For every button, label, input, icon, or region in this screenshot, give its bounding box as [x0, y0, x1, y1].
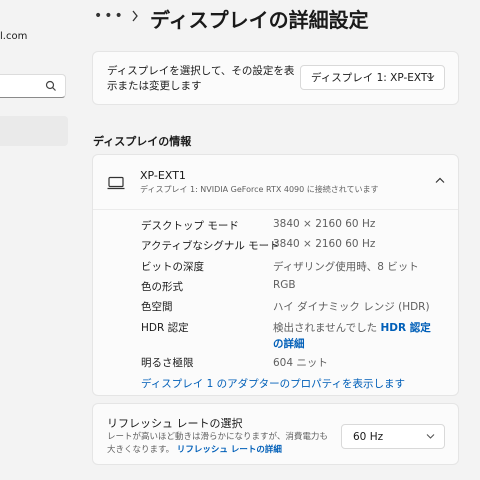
monitor-icon — [107, 176, 125, 190]
refresh-rate-link[interactable]: リフレッシュ レートの詳細 — [177, 445, 282, 455]
info-row-label: ビットの深度 — [141, 261, 204, 273]
monitor-subtitle: ディスプレイ 1: NVIDIA GeForce RTX 4090 に接続されて… — [140, 185, 379, 194]
page-title: ディスプレイの詳細設定 — [150, 8, 369, 32]
refresh-rate-title: リフレッシュ レートの選択 — [107, 417, 243, 430]
hdr-cert-value: 検出されませんでした HDR 認定の詳細 — [273, 320, 433, 352]
divider — [93, 209, 458, 210]
info-row-value: ディザリング使用時、8 ビット — [273, 261, 419, 273]
refresh-rate-description: レートが高いほど動きは滑らかになりますが、消費電力も大きくなります。 リフレッシ… — [107, 431, 332, 457]
info-row-value: 604 ニット — [273, 357, 328, 369]
info-row-label: デスクトップ モード — [141, 220, 239, 232]
chevron-down-icon — [426, 75, 435, 80]
sidebar-item-selected[interactable] — [0, 116, 68, 146]
info-row-label: 色空間 — [141, 301, 173, 313]
info-row-label: HDR 認定 — [141, 322, 189, 334]
info-row-value: 3840 × 2160 60 Hz — [273, 238, 376, 250]
display-dropdown[interactable]: ディスプレイ 1: XP-EXT1 — [300, 65, 445, 90]
refresh-rate-value: 60 Hz — [353, 430, 384, 443]
chevron-down-icon — [426, 434, 435, 439]
account-email: l.com — [0, 31, 28, 42]
chevron-right-icon — [132, 10, 138, 22]
display-dropdown-value: ディスプレイ 1: XP-EXT1 — [311, 72, 434, 84]
search-icon — [45, 80, 56, 91]
info-row-value: RGB — [273, 279, 296, 291]
display-select-description: ディスプレイを選択して、その設定を表示または変更します — [107, 65, 295, 92]
settings-search-input[interactable] — [0, 74, 66, 98]
monitor-name: XP-EXT1 — [140, 169, 186, 182]
info-row-label: 色の形式 — [141, 281, 183, 293]
info-row-value: 3840 × 2160 60 Hz — [273, 218, 376, 230]
refresh-rate-dropdown[interactable]: 60 Hz — [341, 424, 445, 449]
breadcrumb-more-button[interactable]: ••• — [94, 8, 125, 24]
chevron-up-icon[interactable] — [435, 177, 445, 184]
info-row-value: 検出されませんでした — [273, 322, 378, 334]
adapter-properties-link[interactable]: ディスプレイ 1 のアダプターのプロパティを表示します — [141, 376, 405, 391]
section-title-display-info: ディスプレイの情報 — [93, 135, 192, 148]
info-row-value: ハイ ダイナミック レンジ (HDR) — [273, 301, 430, 313]
info-row-label: アクティブなシグナル モード — [141, 240, 280, 252]
info-row-label: 明るさ極限 — [141, 357, 194, 369]
